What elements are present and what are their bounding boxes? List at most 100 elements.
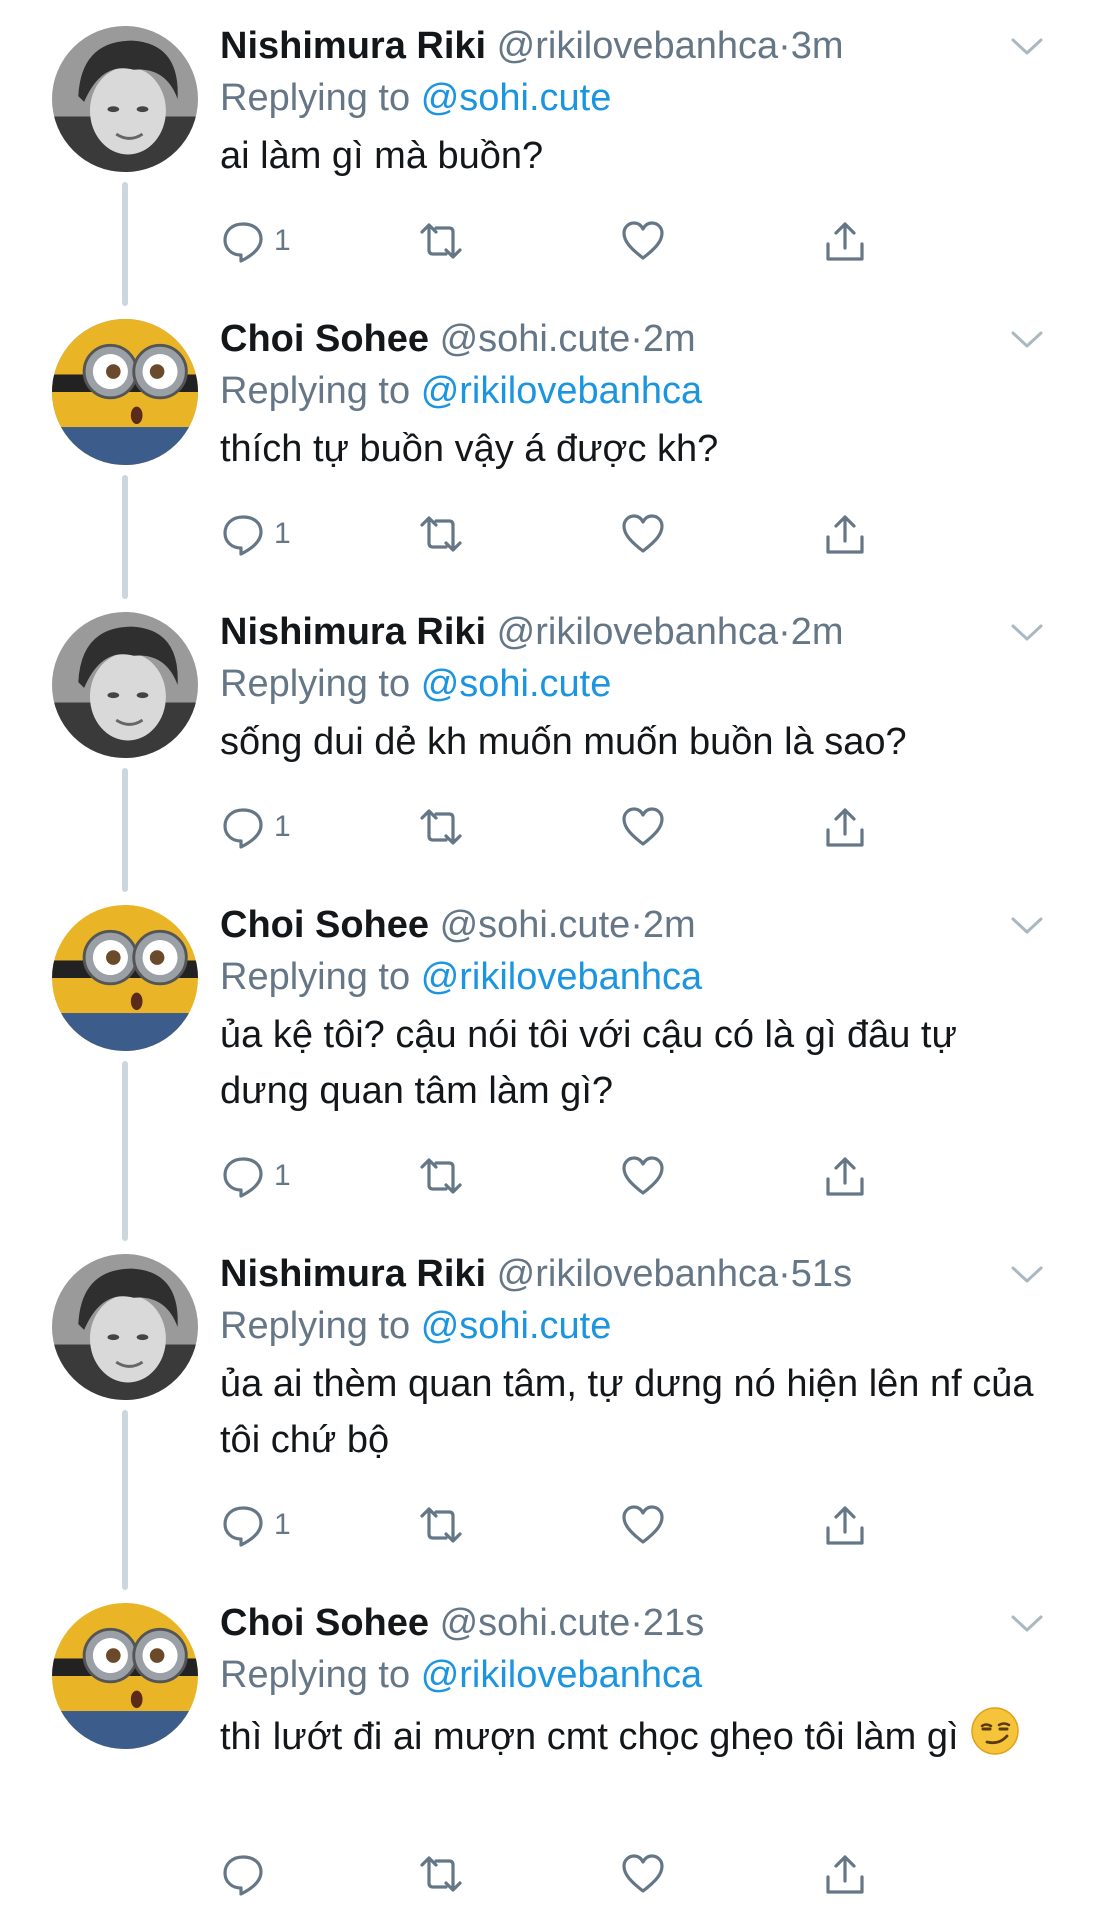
avatar[interactable] xyxy=(52,905,198,1051)
share-button[interactable] xyxy=(822,802,868,852)
heart-icon xyxy=(622,1505,664,1544)
person-avatar-icon xyxy=(52,26,198,172)
tweet-text-block: thì lướt đi ai mượn cmt chọc ghẹo tôi là… xyxy=(220,1705,1040,1765)
timestamp[interactable]: 2m xyxy=(643,318,696,360)
more-options-button[interactable] xyxy=(1010,622,1044,644)
like-button[interactable] xyxy=(620,802,666,852)
retweet-button[interactable] xyxy=(418,216,464,266)
share-button[interactable] xyxy=(822,509,868,559)
mention-link[interactable]: @rikilovebanhca xyxy=(421,370,703,412)
tweet-actions: 1 xyxy=(220,216,920,266)
share-icon xyxy=(826,808,864,847)
handle[interactable]: @sohi.cute xyxy=(440,1602,631,1644)
mention-link[interactable]: @rikilovebanhca xyxy=(421,1654,703,1696)
reply-count: 1 xyxy=(274,810,291,843)
tweet-header: Choi Sohee @sohi.cute·2m xyxy=(220,315,1040,363)
handle[interactable]: @rikilovebanhca xyxy=(497,25,779,67)
avatar[interactable] xyxy=(52,1254,198,1400)
reply-button[interactable]: 1 xyxy=(220,1151,291,1201)
share-button[interactable] xyxy=(822,1500,868,1550)
tweet-text: thì lướt đi ai mượn cmt chọc ghẹo tôi là… xyxy=(220,1716,959,1758)
avatar[interactable] xyxy=(52,319,198,465)
like-button[interactable] xyxy=(620,509,666,559)
reply-button[interactable]: 1 xyxy=(220,216,291,266)
share-button[interactable] xyxy=(822,1151,868,1201)
avatar[interactable] xyxy=(52,26,198,172)
tweet-actions: 1 xyxy=(220,802,920,852)
more-options-button[interactable] xyxy=(1010,1264,1044,1286)
like-button[interactable] xyxy=(620,1151,666,1201)
display-name[interactable]: Choi Sohee xyxy=(220,318,429,360)
timestamp[interactable]: 2m xyxy=(791,611,844,653)
display-name[interactable]: Choi Sohee xyxy=(220,1602,429,1644)
heart-icon xyxy=(622,221,664,260)
more-options-button[interactable] xyxy=(1010,915,1044,937)
like-button[interactable] xyxy=(620,216,666,266)
replying-to-label: Replying to xyxy=(220,77,411,119)
reply-count: 1 xyxy=(274,1159,291,1192)
heart-icon xyxy=(622,514,664,553)
like-button[interactable] xyxy=(620,1500,666,1550)
retweet-icon xyxy=(420,1507,462,1543)
share-button[interactable] xyxy=(822,216,868,266)
reply-button[interactable] xyxy=(220,1849,274,1899)
mention-link[interactable]: @sohi.cute xyxy=(421,663,612,705)
like-button[interactable] xyxy=(620,1849,666,1899)
mention-link[interactable]: @sohi.cute xyxy=(421,77,612,119)
reply-icon xyxy=(223,1855,263,1896)
handle[interactable]: @sohi.cute xyxy=(440,318,631,360)
handle[interactable]: @rikilovebanhca xyxy=(497,1253,779,1295)
retweet-button[interactable] xyxy=(418,802,464,852)
tweet-text: ai làm gì mà buồn? xyxy=(220,135,544,177)
reply-icon xyxy=(223,1506,263,1547)
tweet-thread: Nishimura Riki @rikilovebanhca·3m Replyi… xyxy=(0,0,1096,1920)
thread-connector xyxy=(122,1410,128,1590)
display-name[interactable]: Nishimura Riki xyxy=(220,611,486,653)
display-name[interactable]: Nishimura Riki xyxy=(220,25,486,67)
minion-avatar-icon xyxy=(52,1603,198,1749)
heart-icon xyxy=(622,1854,664,1893)
reply-button[interactable]: 1 xyxy=(220,509,291,559)
share-button[interactable] xyxy=(822,1849,868,1899)
retweet-button[interactable] xyxy=(418,1500,464,1550)
tweet-actions: 1 xyxy=(220,509,920,559)
display-name[interactable]: Nishimura Riki xyxy=(220,1253,486,1295)
replying-to-label: Replying to xyxy=(220,1305,411,1347)
share-icon xyxy=(826,222,864,261)
reply-button[interactable]: 1 xyxy=(220,1500,291,1550)
handle[interactable]: @rikilovebanhca xyxy=(497,611,779,653)
timestamp[interactable]: 3m xyxy=(791,25,844,67)
retweet-button[interactable] xyxy=(418,1151,464,1201)
mention-link[interactable]: @sohi.cute xyxy=(421,1305,612,1347)
replying-to: Replying to @rikilovebanhca xyxy=(220,1647,1040,1703)
more-options-button[interactable] xyxy=(1010,1613,1044,1635)
tweet-content: Choi Sohee @sohi.cute·2m Replying to @ri… xyxy=(220,901,1040,1119)
retweet-button[interactable] xyxy=(418,509,464,559)
replying-to-label: Replying to xyxy=(220,1654,411,1696)
display-name[interactable]: Choi Sohee xyxy=(220,904,429,946)
more-options-button[interactable] xyxy=(1010,329,1044,351)
retweet-icon xyxy=(420,1856,462,1892)
thread-connector xyxy=(122,1061,128,1241)
reply-icon xyxy=(223,808,263,849)
meta-separator: · xyxy=(778,611,791,653)
mention-link[interactable]: @rikilovebanhca xyxy=(421,956,703,998)
handle[interactable]: @sohi.cute xyxy=(440,904,631,946)
timestamp[interactable]: 51s xyxy=(791,1253,852,1295)
thread-connector xyxy=(122,182,128,306)
avatar[interactable] xyxy=(52,1603,198,1749)
minion-avatar-icon xyxy=(52,905,198,1051)
tweet-text: sống dui dẻ kh muốn muốn buồn là sao? xyxy=(220,721,907,763)
timestamp[interactable]: 21s xyxy=(643,1602,704,1644)
reply-button[interactable]: 1 xyxy=(220,802,291,852)
replying-to-label: Replying to xyxy=(220,370,411,412)
share-icon xyxy=(826,1855,864,1894)
tweet-text: ủa kệ tôi? cậu nói tôi với cậu có là gì … xyxy=(220,1014,957,1112)
share-icon xyxy=(826,515,864,554)
share-icon xyxy=(826,1506,864,1545)
more-options-button[interactable] xyxy=(1010,36,1044,58)
avatar[interactable] xyxy=(52,612,198,758)
timestamp[interactable]: 2m xyxy=(643,904,696,946)
retweet-button[interactable] xyxy=(418,1849,464,1899)
tweet-actions: 1 xyxy=(220,1500,920,1550)
